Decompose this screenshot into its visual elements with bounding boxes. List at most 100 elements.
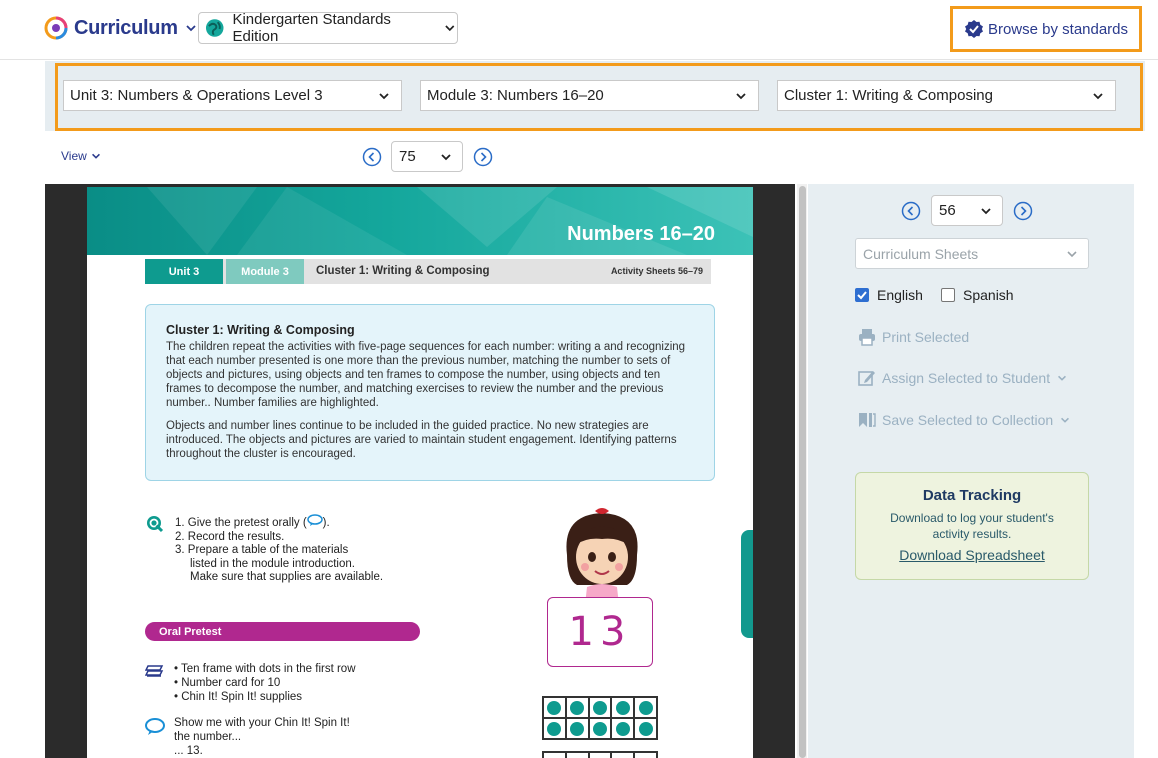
oral-pretest-heading: Oral Pretest	[145, 622, 420, 641]
english-label: English	[877, 287, 923, 303]
chevron-down-icon	[1067, 251, 1077, 258]
chevron-down-icon	[379, 93, 389, 100]
step-1-text: 1. Give the pretest orally (	[175, 517, 307, 529]
document-viewer[interactable]: Numbers 16–20 Unit 3 Module 3 Cluster 1:…	[45, 184, 795, 758]
edition-selector[interactable]: Kindergarten Standards Edition	[198, 11, 458, 45]
viewer-scrollbar-thumb[interactable]	[799, 186, 806, 758]
chevron-down-icon	[186, 25, 196, 32]
page-banner: Numbers 16–20	[87, 187, 753, 255]
checkmark-icon	[857, 291, 867, 300]
sheet-type-value: Curriculum Sheets	[863, 245, 979, 262]
speech-bubble-icon	[145, 718, 165, 735]
edit-icon	[858, 371, 875, 386]
top-bar: Curriculum Kindergarten Standards Editio…	[0, 0, 1158, 60]
chevron-down-icon	[1058, 375, 1067, 381]
cluster-info-box: Cluster 1: Writing & Composing The child…	[145, 304, 715, 481]
view-label: View	[61, 149, 87, 163]
material-item: • Ten frame with dots in the first row	[174, 663, 356, 675]
page-tab-strip: Unit 3 Module 3 Cluster 1: Writing & Com…	[145, 259, 711, 284]
sheet-page-selector[interactable]: 56	[931, 195, 1003, 226]
verified-badge-icon	[964, 20, 983, 38]
page-value: 75	[399, 148, 416, 165]
browse-label: Browse by standards	[987, 20, 1129, 38]
tab-activity-sheets: Activity Sheets 56–79	[610, 266, 703, 276]
chevron-down-icon	[91, 153, 100, 159]
data-tracking-title: Data Tracking	[922, 487, 1022, 504]
brand-name: Curriculum	[74, 16, 178, 39]
dot	[592, 700, 607, 715]
chevron-down-icon	[736, 93, 746, 100]
save-to-collection-button[interactable]: Save Selected to Collection	[858, 411, 1071, 429]
next-page-icon[interactable]	[473, 147, 493, 167]
tab-cluster: Cluster 1: Writing & Composing	[316, 265, 490, 277]
material-item: • Number card for 10	[174, 677, 281, 689]
globe-icon	[205, 19, 224, 37]
document-page: Numbers 16–20 Unit 3 Module 3 Cluster 1:…	[87, 187, 753, 758]
spanish-checkbox[interactable]	[941, 288, 955, 302]
info-heading: Cluster 1: Writing & Composing	[166, 323, 355, 337]
chevron-down-icon	[1061, 417, 1070, 423]
sheet-page-value: 56	[939, 202, 956, 219]
dot	[570, 700, 585, 715]
unit-value: Unit 3: Numbers & Operations Level 3	[70, 87, 323, 104]
dot	[547, 700, 562, 715]
edition-label: Kindergarten Standards Edition	[232, 11, 391, 45]
english-checkbox-row[interactable]: English	[855, 287, 923, 303]
step-1-end: ).	[322, 517, 330, 529]
save-label: Save Selected to Collection	[882, 412, 1054, 428]
data-tracking-card: Data Tracking Download to log your stude…	[855, 472, 1089, 580]
bookmark-collection-icon	[859, 413, 876, 427]
tab-unit: Unit 3	[145, 259, 223, 284]
sheet-type-select[interactable]: Curriculum Sheets	[855, 238, 1089, 269]
chevron-down-icon	[981, 208, 991, 215]
dot	[547, 721, 562, 736]
girl-illustration	[566, 508, 638, 605]
chevron-down-icon	[1093, 93, 1103, 100]
info-paragraph-2: Objects and number lines continue to be …	[166, 420, 677, 460]
page-side-tab	[741, 530, 753, 638]
curriculum-logo-icon	[44, 16, 68, 40]
step-3b: listed in the module introduction.	[190, 557, 355, 570]
materials-stack-icon	[145, 665, 164, 677]
step-2: 2. Record the results.	[175, 530, 285, 543]
page-selector[interactable]: 75	[391, 141, 463, 172]
dot	[638, 721, 653, 736]
data-tracking-description: Download to log your student's activity …	[890, 511, 1054, 541]
view-menu[interactable]: View	[61, 149, 102, 163]
magnify-icon	[147, 516, 164, 533]
dot	[592, 721, 607, 736]
print-label: Print Selected	[882, 329, 970, 345]
assign-selected-button[interactable]: Assign Selected to Student	[858, 369, 1068, 387]
unit-dropdown[interactable]: Unit 3: Numbers & Operations Level 3	[63, 80, 402, 111]
materials-list: • Ten frame with dots in the first row •…	[174, 662, 356, 704]
banner-title: Numbers 16–20	[567, 223, 715, 245]
steps-list: 1. Give the pretest orally (). 2. Record…	[175, 514, 383, 585]
ten-frame	[542, 696, 658, 740]
chevron-down-icon	[445, 25, 455, 32]
show-me-prompt: Show me with your Chin It! Spin It! the …	[174, 717, 350, 757]
info-paragraph-1: The children repeat the activities with …	[166, 341, 686, 409]
chevron-down-icon	[441, 154, 451, 161]
step-1: 1. Give the pretest orally ().	[175, 514, 383, 531]
download-spreadsheet-link[interactable]: Download Spreadsheet	[856, 547, 1088, 563]
dot	[638, 700, 653, 715]
cluster-dropdown[interactable]: Cluster 1: Writing & Composing	[777, 80, 1116, 111]
spanish-checkbox-row[interactable]: Spanish	[941, 287, 1014, 303]
next-sheet-icon[interactable]	[1013, 201, 1033, 221]
ten-frame	[542, 751, 658, 758]
dot	[615, 700, 630, 715]
previous-page-icon[interactable]	[362, 147, 382, 167]
print-selected-button[interactable]: Print Selected	[858, 328, 969, 346]
curriculum-menu[interactable]: Curriculum	[44, 16, 198, 40]
previous-sheet-icon[interactable]	[901, 201, 921, 221]
english-checkbox[interactable]	[855, 288, 869, 302]
material-item: • Chin It! Spin It! supplies	[174, 691, 303, 703]
assign-label: Assign Selected to Student	[882, 370, 1051, 386]
tab-module: Module 3	[226, 259, 304, 284]
dot	[615, 721, 630, 736]
spanish-label: Spanish	[963, 287, 1014, 303]
printer-icon	[859, 329, 875, 346]
module-dropdown[interactable]: Module 3: Numbers 16–20	[420, 80, 759, 111]
browse-by-standards-button[interactable]: Browse by standards	[950, 6, 1142, 52]
dot	[570, 721, 585, 736]
